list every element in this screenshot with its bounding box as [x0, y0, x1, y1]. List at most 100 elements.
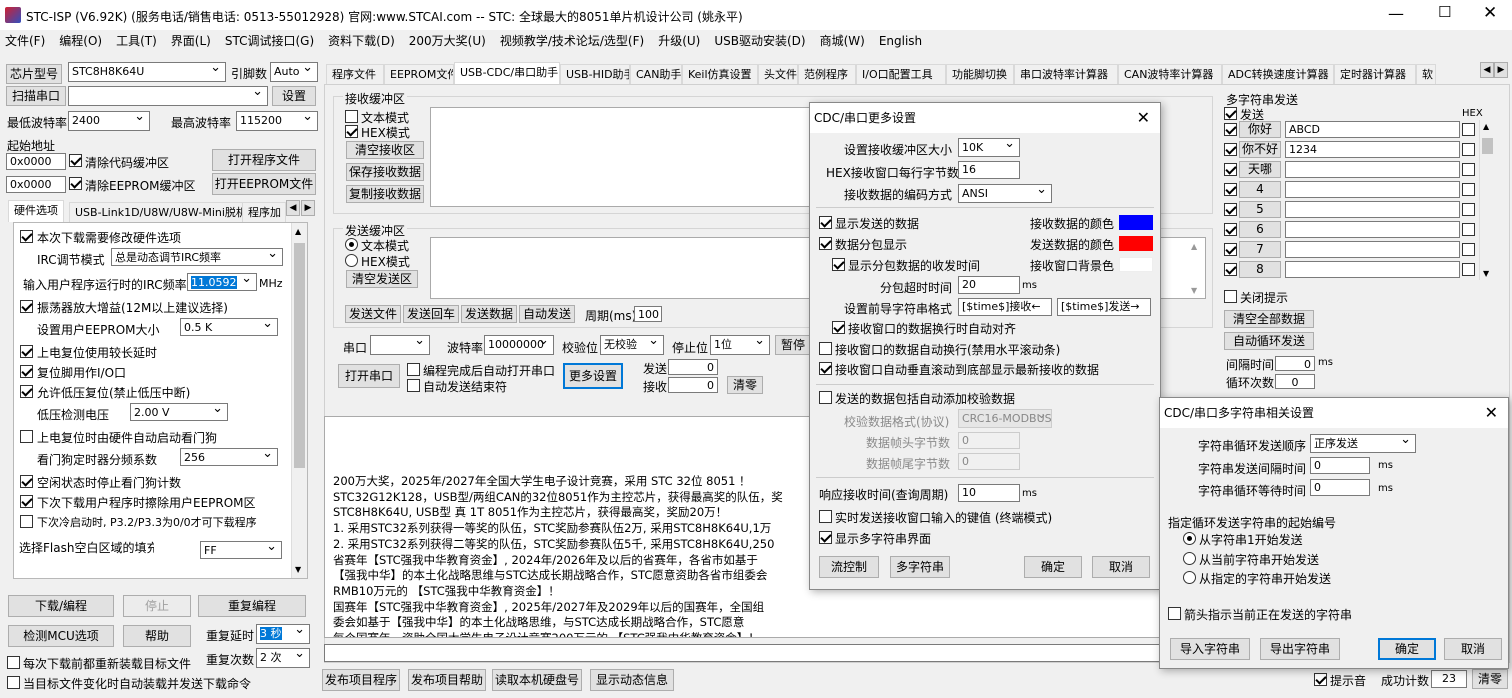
options-scrollbar[interactable]: ▲ ▼ — [291, 223, 307, 578]
main-tab-7[interactable]: 范例程序 — [798, 64, 856, 84]
main-tab-left-icon[interactable]: ◀ — [1480, 62, 1494, 78]
multi-row-checkbox[interactable] — [1224, 183, 1237, 196]
clear-send-button[interactable]: 清空发送区 — [346, 270, 418, 288]
open-program-button[interactable]: 打开程序文件 — [212, 149, 316, 171]
send-textarea[interactable] — [430, 237, 810, 299]
multi-string-button[interactable]: 多字符串 — [890, 556, 950, 578]
multi-row-hex-checkbox[interactable] — [1462, 203, 1475, 216]
multi-row-send-button[interactable]: 天哪 — [1239, 161, 1281, 178]
cold-start-checkbox[interactable] — [20, 515, 33, 528]
pause-button[interactable]: 暂停 — [775, 335, 811, 355]
autowrap-checkbox[interactable] — [819, 342, 832, 355]
menu-item-5[interactable]: 资料下载(D) — [328, 34, 395, 48]
multi-row-send-button[interactable]: 你好 — [1239, 121, 1281, 138]
main-tab-0[interactable]: 程序文件 — [326, 64, 384, 84]
multi-row-input[interactable] — [1285, 181, 1460, 198]
main-tab-14[interactable]: 软 — [1416, 64, 1436, 84]
multi-row-send-button[interactable]: 你不好 — [1239, 141, 1281, 158]
recv-hex-mode-checkbox[interactable] — [345, 125, 358, 138]
min-baud-select[interactable]: 2400 — [68, 111, 150, 131]
menu-item-8[interactable]: 升级(U) — [658, 34, 700, 48]
port-select[interactable] — [68, 86, 268, 106]
watchdog-checkbox[interactable] — [20, 430, 33, 443]
modify-hw-checkbox[interactable] — [20, 230, 33, 243]
open-eeprom-button[interactable]: 打开EEPROM文件 — [212, 173, 316, 195]
reload-checkbox[interactable] — [7, 656, 20, 669]
auto-open-checkbox[interactable] — [407, 363, 420, 376]
repeat-count-select[interactable]: 2 次 — [256, 648, 310, 668]
multi-row-hex-checkbox[interactable] — [1462, 243, 1475, 256]
download-button[interactable]: 下载/编程 — [8, 595, 114, 617]
main-tab-13[interactable]: 定时器计算器 — [1334, 64, 1416, 84]
menu-item-3[interactable]: 界面(L) — [171, 34, 211, 48]
multi-row-send-button[interactable]: 8 — [1239, 261, 1281, 278]
eeprom-address-input[interactable]: 0x0000 — [6, 176, 66, 193]
head-bytes-input[interactable]: 0 — [958, 432, 1020, 449]
minimize-icon[interactable]: — — [1388, 4, 1404, 23]
start-specified-radio[interactable] — [1183, 571, 1196, 584]
start-current-radio[interactable] — [1183, 552, 1196, 565]
main-tab-9[interactable]: 功能脚切换 — [946, 64, 1014, 84]
close-icon[interactable]: ✕ — [1483, 3, 1497, 23]
multi-row-hex-checkbox[interactable] — [1462, 143, 1475, 156]
scan-port-button[interactable]: 扫描串口 — [6, 86, 66, 106]
interval-input[interactable]: 0 — [1275, 356, 1315, 371]
recv-color-swatch[interactable] — [1119, 215, 1153, 230]
recv-textarea[interactable] — [430, 107, 810, 207]
encoding-select[interactable]: ANSI — [958, 184, 1052, 203]
menu-item-1[interactable]: 编程(O) — [59, 34, 102, 48]
str-wait-input[interactable]: 0 — [1310, 479, 1370, 496]
parity-select[interactable]: 无校验 — [600, 335, 664, 355]
clear-count-button[interactable]: 清零 — [727, 376, 763, 394]
send-cr-button[interactable]: 发送回车 — [403, 305, 459, 323]
multi-row-input[interactable] — [1285, 161, 1460, 178]
tail-bytes-input[interactable]: 0 — [958, 453, 1020, 470]
erase-eeprom-checkbox[interactable] — [20, 495, 33, 508]
flow-control-button[interactable]: 流控制 — [819, 556, 879, 578]
osc-gain-checkbox[interactable] — [20, 300, 33, 313]
close-hint-checkbox[interactable] — [1224, 290, 1237, 303]
cs-format-select[interactable]: CRC16-MODBUS — [958, 409, 1052, 428]
tab-scroll-left-icon[interactable]: ◀ — [286, 200, 300, 216]
main-tab-11[interactable]: CAN波特率计算器 — [1118, 64, 1222, 84]
more-settings-button[interactable]: 更多设置 — [563, 363, 623, 389]
long-delay-checkbox[interactable] — [20, 345, 33, 358]
show-time-checkbox[interactable] — [832, 258, 845, 271]
menu-item-4[interactable]: STC调试接口(G) — [225, 34, 314, 48]
repeat-program-button[interactable]: 重复编程 — [198, 595, 306, 617]
send-color-swatch[interactable] — [1119, 236, 1153, 251]
dialog1-cancel-button[interactable]: 取消 — [1092, 556, 1150, 578]
main-tab-right-icon[interactable]: ▶ — [1494, 62, 1508, 78]
clear-recv-button[interactable]: 清空接收区 — [346, 141, 424, 159]
dialog2-ok-button[interactable]: 确定 — [1378, 638, 1436, 660]
dialog1-ok-button[interactable]: 确定 — [1024, 556, 1082, 578]
main-tab-10[interactable]: 串口波特率计算器 — [1014, 64, 1118, 84]
main-tab-2[interactable]: USB-CDC/串口助手 — [454, 62, 560, 84]
main-tab-4[interactable]: CAN助手 — [630, 64, 682, 84]
clear-success-button[interactable]: 清零 — [1472, 669, 1508, 689]
dialog2-close-icon[interactable]: ✕ — [1485, 403, 1498, 422]
multi-row-hex-checkbox[interactable] — [1462, 263, 1475, 276]
clear-eeprom-checkbox[interactable] — [69, 177, 82, 190]
prefix-rx-input[interactable]: [$time$]接收← — [958, 298, 1052, 316]
irc-freq-select[interactable]: 11.0592 — [187, 273, 257, 291]
import-strings-button[interactable]: 导入字符串 — [1170, 638, 1250, 660]
send-scroll-down-icon[interactable]: ▼ — [1191, 286, 1197, 295]
multi-row-hex-checkbox[interactable] — [1462, 223, 1475, 236]
multi-row-hex-checkbox[interactable] — [1462, 123, 1475, 136]
irc-mode-select[interactable]: 总是动态调节IRC频率 — [111, 248, 283, 266]
multi-row-input[interactable]: ABCD — [1285, 121, 1460, 138]
realtime-checkbox[interactable] — [819, 510, 832, 523]
publish-button[interactable]: 发布项目程序 — [322, 669, 400, 691]
idle-wdt-checkbox[interactable] — [20, 475, 33, 488]
copy-recv-button[interactable]: 复制接收数据 — [346, 185, 424, 203]
read-disk-button[interactable]: 读取本机硬盘号 — [492, 669, 582, 691]
show-sent-checkbox[interactable] — [819, 216, 832, 229]
multi-row-checkbox[interactable] — [1224, 243, 1237, 256]
multi-row-checkbox[interactable] — [1224, 123, 1237, 136]
max-baud-select[interactable]: 115200 — [236, 111, 318, 131]
menu-item-2[interactable]: 工具(T) — [116, 34, 157, 48]
menu-item-7[interactable]: 视频教学/技术论坛/选型(F) — [500, 34, 644, 48]
send-scroll-up-icon[interactable]: ▲ — [1191, 242, 1197, 251]
multi-row-checkbox[interactable] — [1224, 143, 1237, 156]
